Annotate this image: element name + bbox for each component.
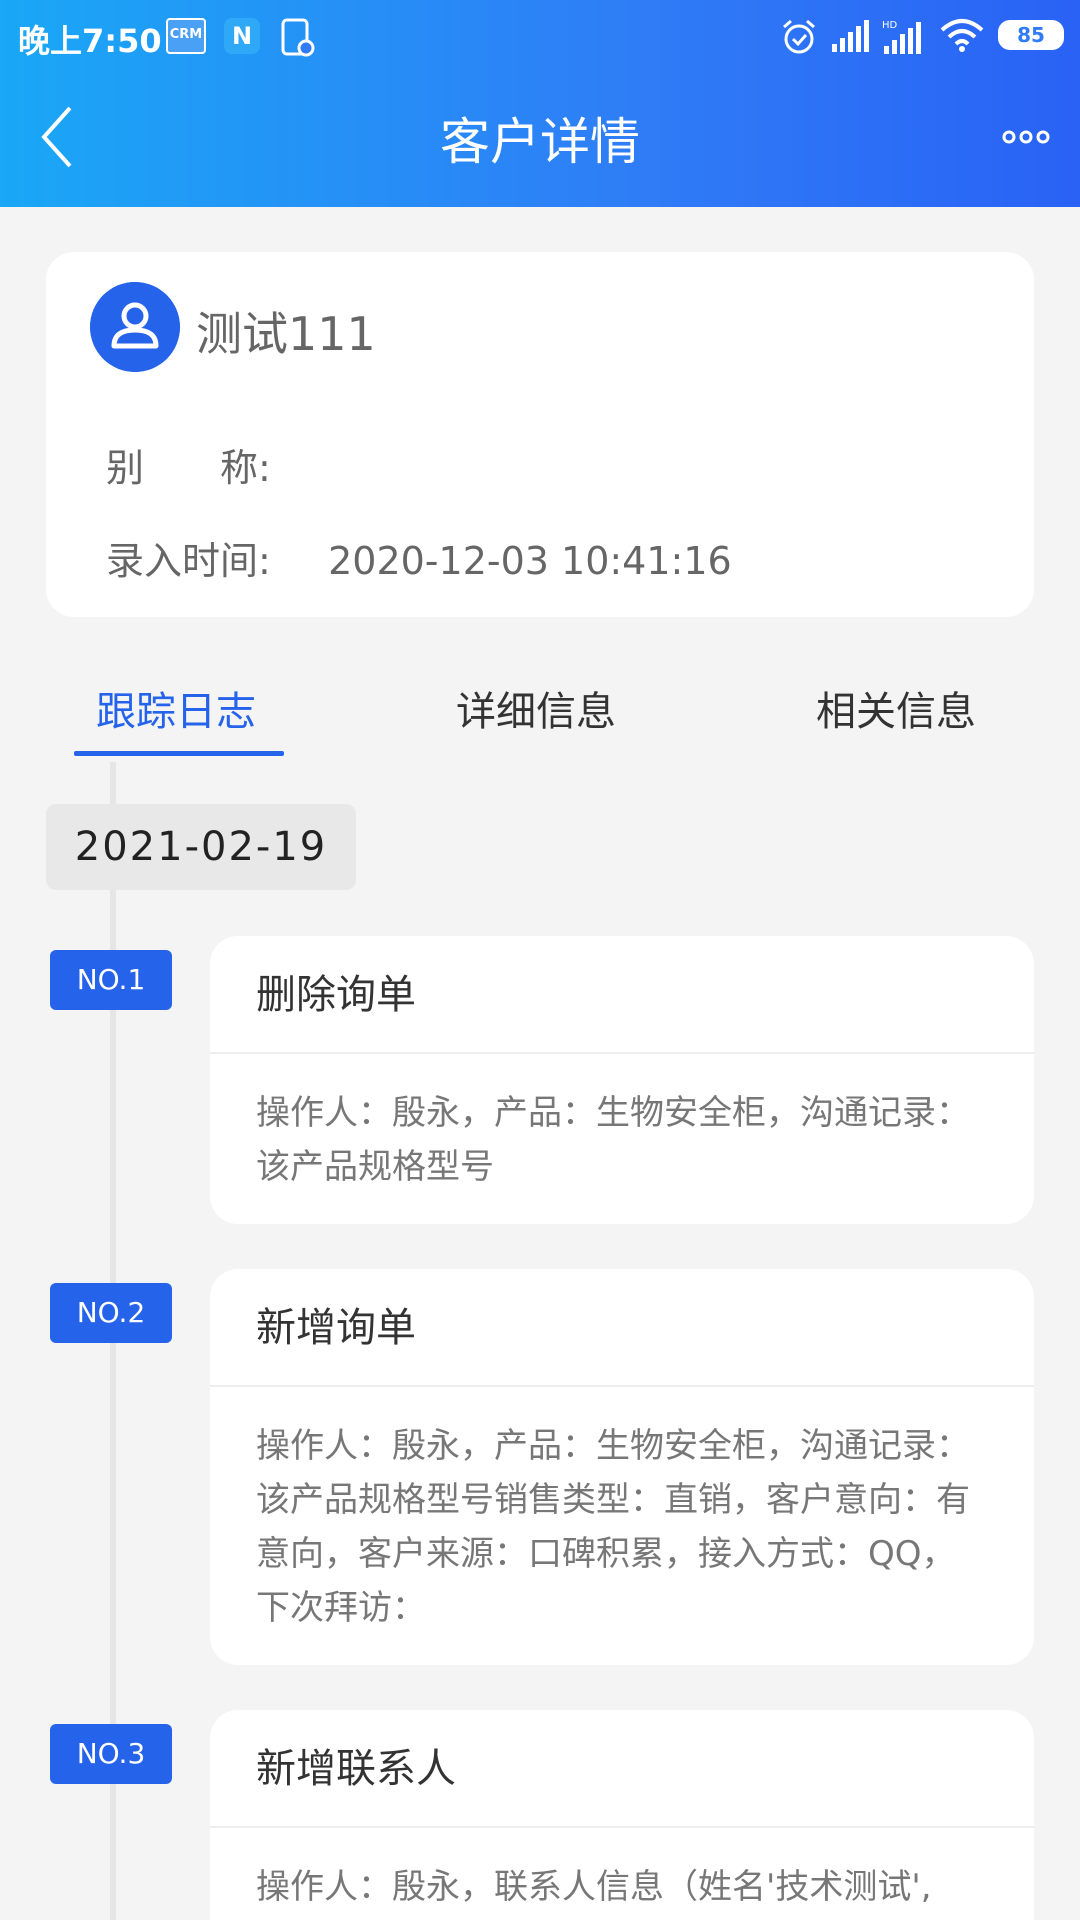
log-body: 操作人：殷永，联系人信息（姓名'技术测试',: [256, 1867, 932, 1907]
customer-name: 测试111: [196, 307, 376, 361]
tab-details[interactable]: 详细信息: [456, 679, 616, 737]
file-icon: [281, 18, 315, 57]
log-card[interactable]: 新增联系人 操作人：殷永，联系人信息（姓名'技术测试',: [210, 1710, 1034, 1920]
svg-text:HD: HD: [882, 20, 898, 31]
created-time-value: 2020-12-03 10:41:16: [328, 539, 732, 583]
nav-bar: 客户详情: [0, 72, 1080, 207]
tab-related-info[interactable]: 相关信息: [816, 679, 976, 737]
log-card[interactable]: 删除询单 操作人：殷永，产品：生物安全柜，沟通记录：该产品规格型号: [210, 936, 1034, 1224]
signal-icon: [832, 20, 869, 52]
crm-app-icon: CRM: [166, 18, 206, 54]
status-bar: 晚上7:50 CRM N HD 85: [0, 0, 1080, 72]
log-card[interactable]: 新增询单 操作人：殷永，产品：生物安全柜，沟通记录：该产品规格型号销售类型：直销…: [210, 1269, 1034, 1665]
user-avatar-icon: [90, 282, 180, 372]
battery-indicator: 85: [998, 20, 1064, 50]
status-time: 晚上7:50: [18, 22, 162, 60]
n-app-icon: N: [224, 18, 260, 54]
log-number-badge: NO.3: [50, 1724, 172, 1784]
active-tab-indicator: [74, 751, 284, 756]
log-number-badge: NO.2: [50, 1283, 172, 1343]
log-title: 新增联系人: [210, 1710, 1034, 1828]
created-time-row: 录入时间: 2020-12-03 10:41:16: [106, 530, 732, 585]
log-title: 删除询单: [210, 936, 1034, 1054]
timeline-date: 2021-02-19: [46, 804, 356, 890]
tab-tracking-log[interactable]: 跟踪日志: [96, 679, 256, 737]
created-time-label: 录入时间:: [106, 539, 271, 583]
log-number-badge: NO.1: [50, 950, 172, 1010]
customer-info-card: 测试111 别 称: 录入时间: 2020-12-03 10:41:16: [46, 252, 1034, 617]
alarm-icon: [783, 19, 815, 54]
log-body: 操作人：殷永，产品：生物安全柜，沟通记录：该产品规格型号销售类型：直销，客户意向…: [256, 1426, 970, 1628]
tab-bar: 跟踪日志 详细信息 相关信息: [0, 655, 1080, 760]
log-body: 操作人：殷永，产品：生物安全柜，沟通记录：该产品规格型号: [256, 1093, 970, 1187]
header: 晚上7:50 CRM N HD 85 客户详情: [0, 0, 1080, 207]
alias-row: 别 称:: [106, 437, 316, 492]
wifi-icon: [940, 19, 984, 52]
signal-hd-icon: HD: [882, 20, 921, 54]
page-title: 客户详情: [440, 113, 640, 171]
more-options-button[interactable]: [1002, 122, 1050, 152]
alias-label: 别 称:: [106, 446, 271, 490]
log-title: 新增询单: [210, 1269, 1034, 1387]
